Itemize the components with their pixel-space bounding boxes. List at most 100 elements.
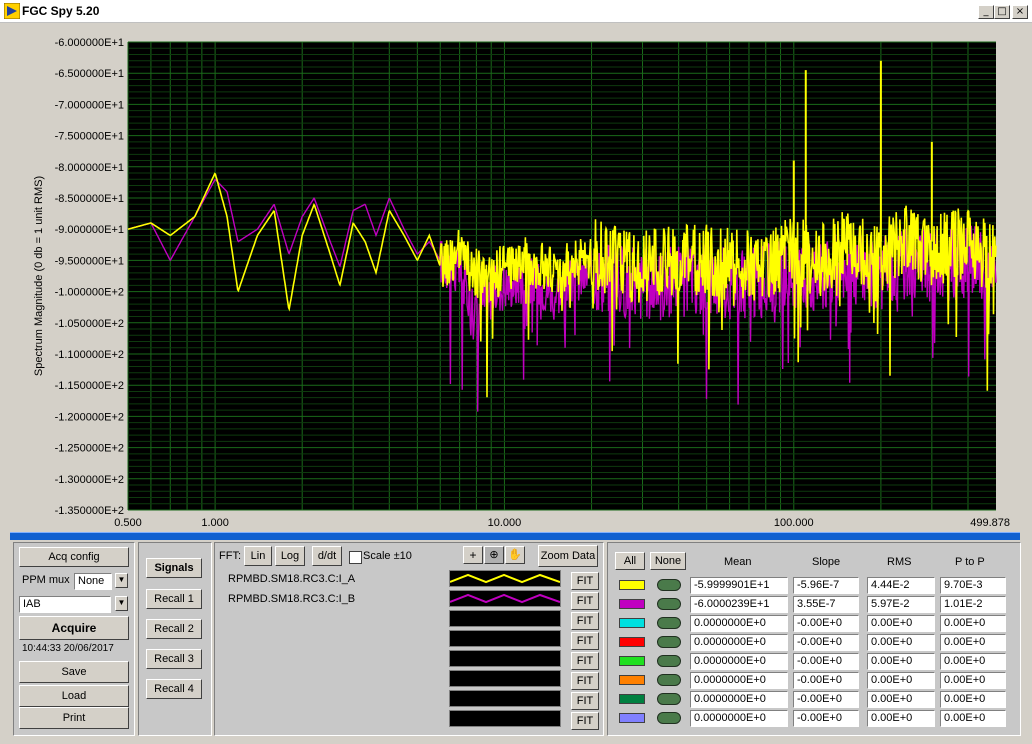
recall-4-button[interactable]: Recall 4	[146, 679, 202, 699]
channel-wave-preview	[449, 570, 561, 587]
plot-scroll-strip[interactable]	[10, 532, 1020, 540]
channel-color-swatch[interactable]	[619, 599, 645, 609]
x-tick-label: 499.878	[970, 517, 1010, 529]
scale-checkbox[interactable]	[349, 551, 362, 564]
channel-toggle-led[interactable]	[657, 655, 681, 667]
fft-lin-button[interactable]: Lin	[244, 546, 272, 566]
zoom-tool-icon[interactable]: ⊕	[484, 546, 504, 564]
p-to-p-value: 9.70E-3	[940, 577, 1006, 594]
signal-select[interactable]: IAB	[19, 596, 111, 613]
derivative-button[interactable]: d/dt	[312, 546, 342, 566]
y-tick-label: -8.000000E+1	[55, 162, 124, 174]
fit-button[interactable]: FIT	[571, 572, 599, 590]
fit-button[interactable]: FIT	[571, 692, 599, 710]
app-icon	[4, 3, 20, 19]
mean-value: -6.0000239E+1	[690, 596, 788, 613]
minimize-button[interactable]: _	[978, 5, 994, 19]
recall-2-button[interactable]: Recall 2	[146, 619, 202, 639]
channel-toggle-led[interactable]	[657, 636, 681, 648]
recall-1-button[interactable]: Recall 1	[146, 589, 202, 609]
channel-wave-preview	[449, 690, 561, 707]
close-button[interactable]: ×	[1012, 5, 1028, 19]
channel-color-swatch[interactable]	[619, 675, 645, 685]
header-slope: Slope	[812, 556, 841, 568]
x-tick-label: 100.000	[774, 517, 814, 529]
plot-panel: -6.000000E+1 -6.500000E+1 -7.000000E+1 -7.5…	[10, 24, 1022, 534]
channel-color-swatch[interactable]	[619, 713, 645, 723]
y-tick-label: -8.500000E+1	[55, 193, 124, 205]
rms-value: 0.00E+0	[867, 691, 935, 708]
ppm-mux-dropdown-icon[interactable]: ▼	[115, 573, 128, 588]
fit-button[interactable]: FIT	[571, 712, 599, 730]
channel-toggle-led[interactable]	[657, 712, 681, 724]
p-to-p-value: 0.00E+0	[940, 653, 1006, 670]
slope-value: -0.00E+0	[793, 691, 859, 708]
print-button[interactable]: Print	[19, 707, 129, 729]
channel-toggle-led[interactable]	[657, 617, 681, 629]
load-button[interactable]: Load	[19, 685, 129, 707]
acquire-button[interactable]: Acquire	[19, 616, 129, 640]
channel-toggle-led[interactable]	[657, 674, 681, 686]
pan-hand-icon[interactable]: ✋	[505, 546, 525, 564]
mean-value: 0.0000000E+0	[690, 615, 788, 632]
channel-toggle-led[interactable]	[657, 598, 681, 610]
channel-wave-preview	[449, 610, 561, 627]
rms-value: 0.00E+0	[867, 653, 935, 670]
channel-color-swatch[interactable]	[619, 694, 645, 704]
channel-wave-preview	[449, 670, 561, 687]
fft-log-button[interactable]: Log	[275, 546, 305, 566]
p-to-p-value: 0.00E+0	[940, 710, 1006, 727]
mean-value: 0.0000000E+0	[690, 672, 788, 689]
channel-toggle-led[interactable]	[657, 579, 681, 591]
signal-dropdown-icon[interactable]: ▼	[115, 596, 128, 611]
zoom-data-button[interactable]: Zoom Data	[538, 545, 598, 567]
channel-color-swatch[interactable]	[619, 618, 645, 628]
y-tick-label: -1.350000E+2	[55, 505, 124, 517]
slope-value: -5.96E-7	[793, 577, 859, 594]
fit-button[interactable]: FIT	[571, 592, 599, 610]
channel-toggle-led[interactable]	[657, 693, 681, 705]
mean-value: 0.0000000E+0	[690, 634, 788, 651]
slope-value: -0.00E+0	[793, 672, 859, 689]
y-tick-label: -1.100000E+2	[55, 349, 124, 361]
slope-value: 3.55E-7	[793, 596, 859, 613]
slope-value: -0.00E+0	[793, 710, 859, 727]
channel-color-swatch[interactable]	[619, 580, 645, 590]
maximize-button[interactable]: □	[994, 5, 1010, 19]
channel-color-swatch[interactable]	[619, 656, 645, 666]
select-none-button[interactable]: None	[650, 552, 686, 570]
fft-label: FFT:	[219, 550, 241, 562]
acq-config-button[interactable]: Acq config	[19, 547, 129, 567]
window-title: FGC Spy 5.20	[22, 4, 100, 18]
mean-value: 0.0000000E+0	[690, 691, 788, 708]
select-all-button[interactable]: All	[615, 552, 645, 570]
title-bar: FGC Spy 5.20 _ □ ×	[0, 0, 1032, 23]
recall-3-button[interactable]: Recall 3	[146, 649, 202, 669]
fit-button[interactable]: FIT	[571, 632, 599, 650]
channel-color-swatch[interactable]	[619, 637, 645, 647]
acquisition-timestamp: 10:44:33 20/06/2017	[22, 643, 114, 654]
spectrum-chart[interactable]: -6.000000E+1 -6.500000E+1 -7.000000E+1 -7.5…	[10, 24, 1022, 534]
y-tick-label: -9.500000E+1	[55, 255, 124, 267]
save-button[interactable]: Save	[19, 661, 129, 683]
ppm-mux-label: PPM mux	[22, 574, 70, 586]
signals-button[interactable]: Signals	[146, 558, 202, 578]
channel-wave-preview	[449, 710, 561, 727]
rms-value: 4.44E-2	[867, 577, 935, 594]
p-to-p-value: 0.00E+0	[940, 634, 1006, 651]
header-p-to-p: P to P	[955, 556, 985, 568]
ppm-mux-select[interactable]: None	[74, 573, 112, 590]
p-to-p-value: 0.00E+0	[940, 691, 1006, 708]
crosshair-tool-icon[interactable]: +	[463, 546, 483, 564]
x-tick-label: 0.500	[114, 517, 142, 529]
fit-button[interactable]: FIT	[571, 652, 599, 670]
p-to-p-value: 0.00E+0	[940, 615, 1006, 632]
fit-button[interactable]: FIT	[571, 612, 599, 630]
fit-button[interactable]: FIT	[571, 672, 599, 690]
y-tick-label: -6.000000E+1	[55, 37, 124, 49]
x-tick-label: 10.000	[488, 517, 522, 529]
mean-value: -5.9999901E+1	[690, 577, 788, 594]
rms-value: 5.97E-2	[867, 596, 935, 613]
rms-value: 0.00E+0	[867, 672, 935, 689]
y-tick-label: -1.150000E+2	[55, 380, 124, 392]
